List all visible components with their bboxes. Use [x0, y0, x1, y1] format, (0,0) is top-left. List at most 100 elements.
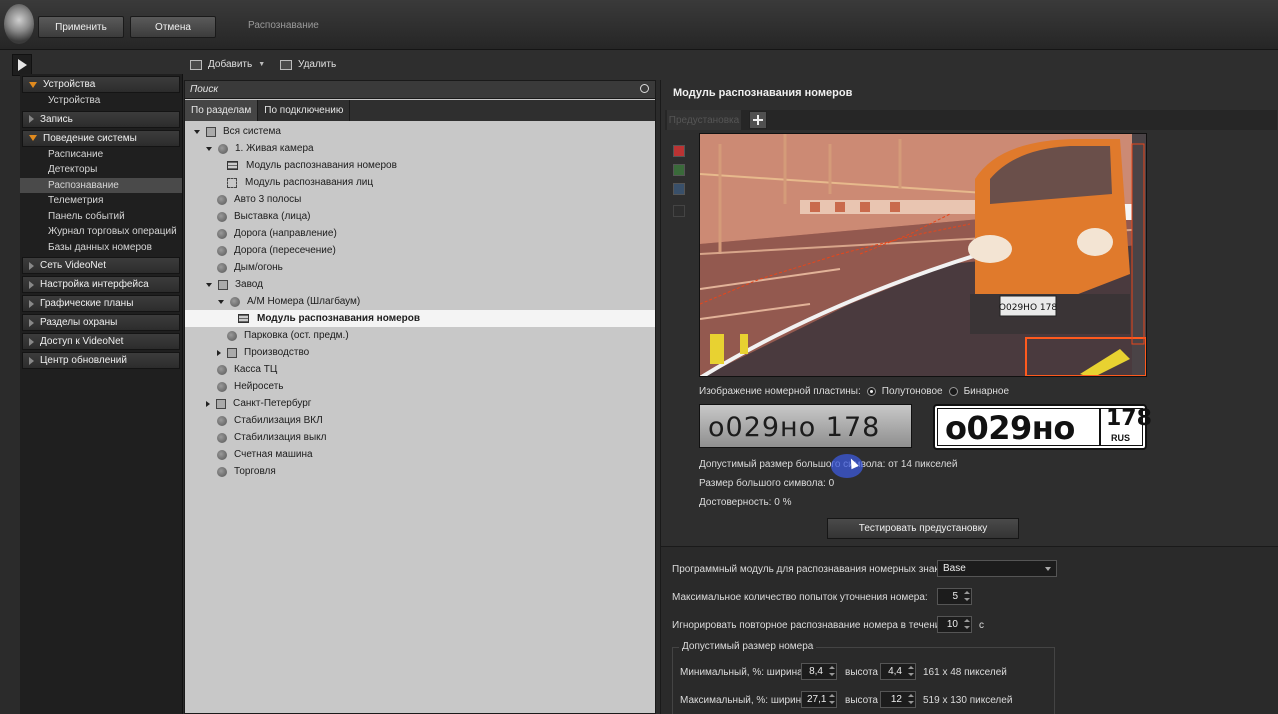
nav-item-devices[interactable]: Устройства — [20, 93, 182, 109]
min-height-stepper[interactable]: 4,4 — [880, 663, 916, 680]
nav-group-graphic-plans[interactable]: Графические планы — [22, 295, 180, 312]
add-preset-icon[interactable] — [749, 111, 767, 129]
tree-item[interactable]: Стабилизация выкл — [185, 429, 655, 446]
ignore-repeat-stepper[interactable]: 10 — [937, 616, 972, 633]
delete-button[interactable]: Удалить — [280, 59, 336, 70]
nav-group-videonet-access[interactable]: Доступ к VideoNet — [22, 333, 180, 350]
mode-binary-radio[interactable] — [948, 387, 958, 396]
nav-group-update-center[interactable]: Центр обновлений — [22, 352, 180, 369]
camera-icon — [217, 245, 227, 256]
tree-item[interactable]: Стабилизация ВКЛ — [185, 412, 655, 429]
tree-item[interactable]: Парковка (ост. предм.) — [185, 327, 655, 344]
max-size-label: Максимальный, %: ширина — [680, 695, 807, 706]
tree-item[interactable]: Санкт-Петербург — [185, 395, 655, 412]
camera-icon — [217, 432, 227, 443]
region-red-icon[interactable] — [673, 145, 685, 157]
mode-gray-radio[interactable] — [866, 387, 876, 396]
expand-arrow-icon[interactable] — [218, 299, 224, 304]
tree-item[interactable]: Модуль распознавания номеров — [185, 157, 655, 174]
tree-item-selected[interactable]: Модуль распознавания номеров — [185, 310, 655, 327]
dropdown-arrow-icon[interactable]: ▼ — [258, 61, 265, 68]
module-title: Модуль распознавания номеров — [673, 87, 853, 99]
expand-arrow-icon[interactable] — [206, 146, 212, 151]
tab-by-sections[interactable]: По разделам — [185, 100, 259, 121]
camera-scene: O029HO 178 — [700, 134, 1146, 376]
tab-preset[interactable]: Предустановка — [667, 110, 741, 130]
tree-item[interactable]: Вся система — [185, 123, 655, 140]
page-title: Распознавание — [248, 20, 319, 31]
tree-item[interactable]: Выставка (лица) — [185, 208, 655, 225]
camera-preview[interactable]: O029HO 178 — [699, 133, 1147, 377]
stepper-arrows-icon[interactable] — [964, 590, 970, 603]
max-height-label: высота — [845, 695, 878, 706]
max-attempts-stepper[interactable]: 5 — [937, 588, 972, 605]
tree-item[interactable]: Дым/огонь — [185, 259, 655, 276]
tree-item[interactable]: Дорога (пересечение) — [185, 242, 655, 259]
nav-group-interface-settings[interactable]: Настройка интерфейса — [22, 276, 180, 293]
nav-group-videonet-network[interactable]: Сеть VideoNet — [22, 257, 180, 274]
region-blue-icon[interactable] — [673, 183, 685, 195]
tree-item[interactable]: Нейросеть — [185, 378, 655, 395]
max-width-stepper[interactable]: 27,1 — [801, 691, 837, 708]
collapsed-arrow-icon[interactable] — [206, 400, 210, 407]
max-height-stepper[interactable]: 12 — [880, 691, 916, 708]
mode-binary-label[interactable]: Бинарное — [964, 386, 1009, 397]
nav-group-security-sections[interactable]: Разделы охраны — [22, 314, 180, 331]
region-green-icon[interactable] — [673, 164, 685, 176]
cancel-button[interactable]: Отмена — [130, 16, 216, 38]
tree-item[interactable]: Авто 3 полосы — [185, 191, 655, 208]
plate-image-label: Изображение номерной пластины: — [699, 386, 861, 397]
tree-item[interactable]: Завод — [185, 276, 655, 293]
min-size-label: Минимальный, %: ширина — [680, 667, 803, 678]
collapsed-arrow-icon — [29, 115, 34, 123]
nav-item-recognition[interactable]: Распознавание — [20, 177, 182, 193]
nav-item-plate-databases[interactable]: Базы данных номеров — [20, 240, 182, 256]
tree-item[interactable]: А/М Номера (Шлагбаум) — [185, 293, 655, 310]
collapse-panel-arrow-icon[interactable] — [12, 54, 32, 76]
stepper-arrows-icon[interactable] — [829, 693, 835, 706]
camera-icon — [217, 228, 227, 239]
nav-group-devices[interactable]: Устройства — [22, 76, 180, 93]
tree-item[interactable]: Касса ТЦ — [185, 361, 655, 378]
tree-panel: Поиск По разделам По подключению Вся сис… — [184, 80, 656, 714]
tree-item[interactable]: Модуль распознавания лиц — [185, 174, 655, 191]
tree-item[interactable]: Торговля — [185, 463, 655, 480]
nav-item-schedule[interactable]: Расписание — [20, 147, 182, 163]
min-width-stepper[interactable]: 8,4 — [801, 663, 837, 680]
stepper-arrows-icon[interactable] — [908, 665, 914, 678]
collapsed-arrow-icon — [29, 356, 34, 365]
collapsed-arrow-icon — [29, 337, 34, 346]
expand-arrow-icon[interactable] — [194, 129, 200, 134]
tab-by-connection[interactable]: По подключению — [258, 100, 351, 121]
software-module-select[interactable]: Base — [937, 560, 1057, 577]
search-icon[interactable] — [640, 84, 649, 93]
camera-icon — [218, 143, 228, 154]
nav-item-telemetry[interactable]: Телеметрия — [20, 193, 182, 209]
stepper-arrows-icon[interactable] — [908, 693, 914, 706]
test-preset-button[interactable]: Тестировать предустановку — [827, 518, 1019, 539]
nav-group-behavior[interactable]: Поведение системы — [22, 129, 180, 147]
collapsed-arrow-icon — [29, 280, 34, 289]
search-input[interactable]: Поиск — [185, 81, 655, 99]
tree-item[interactable]: 1. Живая камера — [185, 140, 655, 157]
stepper-arrows-icon[interactable] — [829, 665, 835, 678]
mode-gray-label[interactable]: Полутоновое — [882, 386, 943, 397]
add-button[interactable]: Добавить ▼ — [190, 59, 265, 70]
eraser-icon[interactable] — [673, 205, 685, 217]
collapsed-arrow-icon[interactable] — [217, 349, 221, 356]
nav-item-event-panel[interactable]: Панель событий — [20, 209, 182, 225]
expand-arrow-icon[interactable] — [206, 282, 212, 287]
allowed-big-symbol: Допустимый размер большого символа: от 1… — [699, 459, 958, 470]
big-symbol-size: Размер большого символа: 0 — [699, 478, 835, 489]
tree-item[interactable]: Производство — [185, 344, 655, 361]
tree-item[interactable]: Счетная машина — [185, 446, 655, 463]
nav-group-record[interactable]: Запись — [22, 110, 180, 128]
tree-item[interactable]: Дорога (направление) — [185, 225, 655, 242]
nav-item-trade-journal[interactable]: Журнал торговых операций — [20, 224, 182, 240]
plate-module-icon — [227, 161, 238, 170]
confidence: Достоверность: 0 % — [699, 497, 792, 508]
stepper-arrows-icon[interactable] — [964, 618, 970, 631]
apply-button[interactable]: Применить — [38, 16, 124, 38]
nav-item-detectors[interactable]: Детекторы — [20, 162, 182, 178]
camera-icon — [217, 466, 227, 477]
